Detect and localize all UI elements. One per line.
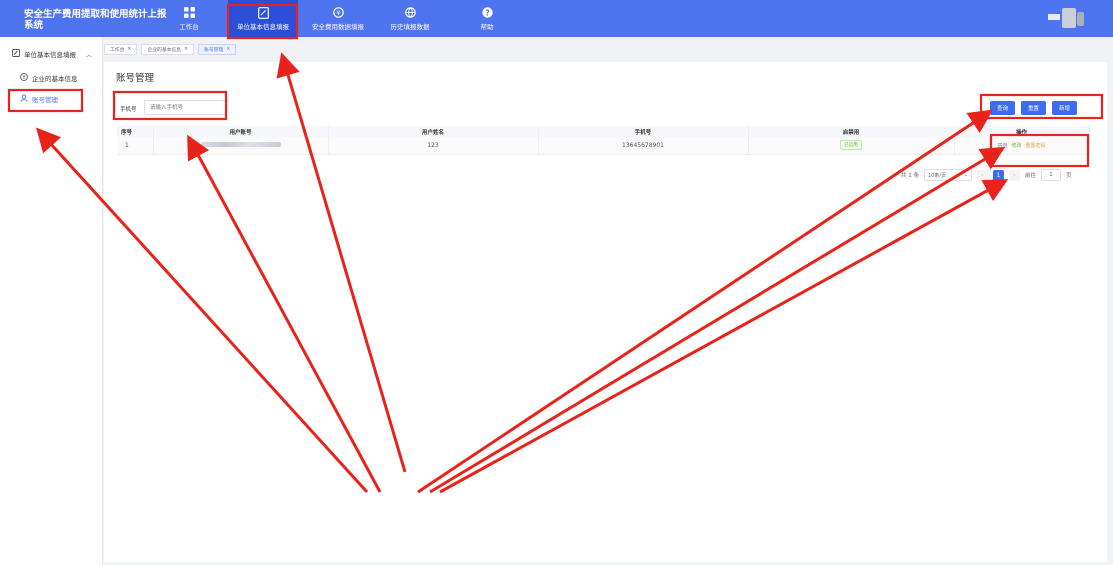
nav-label: 安全费用数据填报 [312, 22, 364, 31]
add-button[interactable]: 新增 [1052, 101, 1078, 115]
main-content: 账号管理 手机号 查询 重置 新增 序号 用户账号 用户姓名 手机号 启禁用 操… [104, 62, 1107, 562]
nav-safety-fee-report[interactable]: ¥ 安全费用数据填报 [308, 0, 368, 37]
edit-link[interactable]: 修改 [1011, 142, 1021, 149]
sidebar-item-account-management[interactable]: 账号管理 [20, 94, 58, 104]
cell-index: 1 [117, 137, 154, 155]
phone-search-input[interactable] [144, 100, 226, 115]
tag-workbench[interactable]: 工作台 × [104, 44, 138, 55]
app-title: 安全生产费用提取和使用统计上报系统 [24, 9, 167, 31]
column-header: 手机号 [538, 126, 749, 137]
phone-search-label: 手机号 [120, 107, 137, 113]
next-page-button[interactable]: › [1009, 169, 1020, 181]
table-header-row: 序号 用户账号 用户姓名 手机号 启禁用 操作 [117, 126, 1090, 137]
user-avatar[interactable] [1048, 8, 1088, 30]
cell-status: 已启用 [748, 137, 955, 155]
svg-text:?: ? [485, 8, 489, 17]
svg-text:¥: ¥ [336, 9, 340, 17]
sidebar-item-label: 账号管理 [32, 96, 58, 104]
tag-label: 账号管理 [204, 48, 224, 53]
blurred-account [200, 141, 281, 147]
user-icon [20, 94, 28, 104]
tags-bar: 工作台 × 企业的基本信息 × 账号管理 × [104, 44, 237, 58]
column-header: 用户姓名 [328, 126, 539, 137]
chevron-up-icon: ︿ [86, 51, 93, 59]
page-number-current[interactable]: 1 [993, 169, 1004, 181]
nav-label: 工作台 [179, 22, 199, 31]
cell-phone: 13645678901 [538, 137, 749, 155]
page-size-value: 10条/页 [928, 172, 947, 179]
pagination: 共 1 条 10条/页 ⌄ ‹ 1 › 前往 1 页 [901, 168, 1072, 182]
close-icon[interactable]: × [226, 47, 230, 52]
column-header: 用户账号 [153, 126, 329, 137]
help-icon: ? [481, 7, 493, 19]
total-count: 共 1 条 [901, 173, 919, 179]
tag-label: 企业的基本信息 [147, 48, 182, 53]
svg-text:¥: ¥ [22, 75, 25, 81]
tag-company-info[interactable]: 企业的基本信息 × [141, 44, 195, 55]
page-unit: 页 [1066, 173, 1072, 179]
goto-label: 前往 [1025, 173, 1037, 179]
nav-history-data[interactable]: 历史填报数据 [384, 0, 436, 37]
cell-name: 123 [328, 137, 539, 155]
page-size-select[interactable]: 10条/页 ⌄ [924, 169, 972, 181]
sidebar-group-unit-info[interactable]: 单位基本信息填报 ︿ [12, 49, 92, 59]
tag-label: 工作台 [110, 48, 125, 53]
nav-help[interactable]: ? 帮助 [470, 0, 504, 37]
page-title: 账号管理 [116, 73, 155, 84]
edit-form-icon [257, 6, 269, 19]
query-button[interactable]: 查询 [990, 101, 1016, 115]
table-row: 1 123 13645678901 已启用 禁用 修改 重置密码 [117, 137, 1090, 155]
reset-button[interactable]: 重置 [1021, 101, 1047, 115]
prev-page-button[interactable]: ‹ [977, 169, 988, 181]
close-icon[interactable]: × [127, 47, 131, 52]
money-icon: ¥ [332, 7, 344, 19]
nav-label: 单位基本信息填报 [237, 22, 289, 31]
sidebar-item-company-info[interactable]: ¥ 企业的基本信息 [20, 73, 78, 83]
nav-label: 帮助 [480, 22, 494, 31]
info-icon: ¥ [20, 73, 28, 83]
column-header: 序号 [117, 126, 154, 137]
disable-link[interactable]: 禁用 [997, 142, 1007, 149]
goto-page-input[interactable]: 1 [1041, 169, 1062, 181]
top-navbar: 安全生产费用提取和使用统计上报系统 工作台 单位基本信息填报 ¥ 安全费用数据填… [0, 0, 1113, 37]
sidebar: 单位基本信息填报 ︿ ¥ 企业的基本信息 账号管理 [0, 37, 103, 565]
column-header: 操作 [954, 126, 1090, 137]
sidebar-item-label: 企业的基本信息 [32, 75, 78, 83]
reset-password-link[interactable]: 重置密码 [1026, 142, 1046, 149]
tag-account-management[interactable]: 账号管理 × [198, 44, 237, 55]
account-table: 序号 用户账号 用户姓名 手机号 启禁用 操作 1 123 1364567890… [117, 126, 1090, 155]
cell-ops: 禁用 修改 重置密码 [954, 137, 1090, 155]
toolbar-buttons: 查询 重置 新增 [990, 101, 1078, 115]
close-icon[interactable]: × [184, 47, 188, 52]
column-header: 启禁用 [748, 126, 955, 137]
globe-icon [404, 7, 416, 19]
status-badge: 已启用 [840, 140, 862, 151]
nav-workbench[interactable]: 工作台 [170, 0, 208, 37]
nav-label: 历史填报数据 [390, 22, 430, 31]
form-icon [12, 49, 20, 59]
chevron-down-icon: ⌄ [963, 172, 968, 178]
sidebar-group-label: 单位基本信息填报 [24, 51, 76, 59]
grid-icon [183, 7, 195, 19]
nav-unit-info-report[interactable]: 单位基本信息填报 [228, 0, 298, 37]
cell-account [153, 137, 329, 155]
